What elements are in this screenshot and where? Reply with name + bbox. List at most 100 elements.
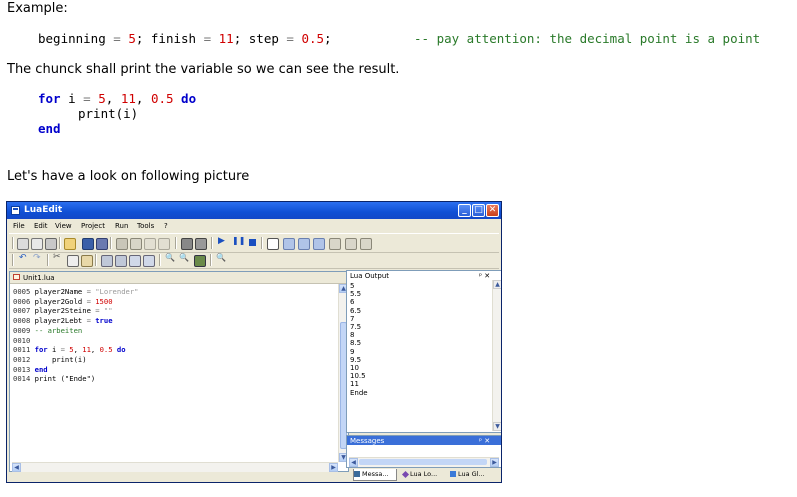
output-line: 5.5 xyxy=(350,290,362,299)
find-icon[interactable]: 🔍 xyxy=(165,253,175,262)
paste-icon[interactable] xyxy=(81,255,93,267)
code-line[interactable]: 0005 player2Name = "Lorender" xyxy=(13,287,139,297)
window-title: LuaEdit xyxy=(24,205,63,215)
printer-icon[interactable] xyxy=(195,238,207,250)
editor-tab[interactable]: Unit1.lua xyxy=(10,272,348,284)
minimize-button[interactable]: _ xyxy=(458,204,471,217)
step-into-icon[interactable] xyxy=(283,238,295,250)
check-syntax-icon[interactable] xyxy=(267,238,279,250)
scroll-left-icon[interactable]: ◀ xyxy=(12,463,21,472)
line-number: 0010 xyxy=(13,335,31,345)
editor-tab-label: Unit1.lua xyxy=(23,274,55,282)
messages-horizontal-scrollbar[interactable]: ◀ ▶ xyxy=(349,457,499,467)
app-icon xyxy=(11,206,20,215)
hand-icon[interactable] xyxy=(360,238,372,250)
cut-icon[interactable]: ✂ xyxy=(53,252,61,262)
pause-icon[interactable]: ❚❚ xyxy=(232,236,245,245)
pin-close-icon[interactable]: ᵖ ✕ xyxy=(479,272,490,280)
watch-icon[interactable] xyxy=(345,238,357,250)
scroll-right-icon[interactable]: ▶ xyxy=(329,463,338,472)
comment-icon[interactable] xyxy=(129,255,141,267)
editor-horizontal-scrollbar[interactable]: ◀ ▶ xyxy=(12,462,338,472)
disabled-icon xyxy=(158,238,170,250)
replace-icon[interactable] xyxy=(194,255,206,267)
bottom-tab-bar: Messa... Lua Lo... Lua Gl... xyxy=(350,468,501,482)
goto-line-icon[interactable]: 🔍 xyxy=(216,253,226,262)
line-number: 0005 xyxy=(13,287,31,296)
add-file-icon[interactable] xyxy=(130,238,142,250)
code-line[interactable]: 0012 print(i) xyxy=(13,355,87,365)
save-icon[interactable] xyxy=(82,238,94,250)
open-folder-icon[interactable] xyxy=(64,238,76,250)
messages-pin-close-icon[interactable]: ᵖ ✕ xyxy=(479,437,490,445)
tab-lua-locals[interactable]: Lua Lo... xyxy=(401,469,437,480)
menu-edit[interactable]: Edit xyxy=(34,222,48,230)
messages-header: Messages ᵖ ✕ xyxy=(347,436,501,445)
code-line[interactable]: 0014 print ("Ende") xyxy=(13,374,95,384)
output-line: 9.5 xyxy=(350,355,362,364)
new-project-icon[interactable] xyxy=(31,238,43,250)
code-line[interactable]: 0009 -- arbeiten xyxy=(13,326,82,336)
lua-output-text: 5 5.5 6 6.5 7 7.5 8 8.5 9 9.5 10 10.5 11 Ende xyxy=(350,282,368,397)
lua-output-title: Lua Output xyxy=(350,272,390,280)
output-line: 8.5 xyxy=(350,339,362,348)
maximize-button[interactable]: □ xyxy=(472,204,485,217)
output-line: 9 xyxy=(350,347,355,356)
tab-lua-globals[interactable]: Lua Gl... xyxy=(450,469,485,480)
print-preview-icon[interactable] xyxy=(181,238,193,250)
messages-panel: Messages ᵖ ✕ ◀ ▶ xyxy=(346,435,501,468)
output-line: 8 xyxy=(350,331,355,340)
messages-scroll-thumb[interactable] xyxy=(359,459,487,465)
picture-paragraph: Let's have a look on following picture xyxy=(7,169,250,184)
output-line: 5 xyxy=(350,282,355,290)
output-vertical-scrollbar[interactable]: ▲ ▼ xyxy=(492,280,501,431)
indent-icon[interactable] xyxy=(101,255,113,267)
code-line[interactable]: 0008 player2Lebt = true xyxy=(13,316,113,326)
paragraph-chunk: The chunck shall print the variable so w… xyxy=(7,62,400,77)
code-line[interactable]: 0011 for i = 5, 11, 0.5 do xyxy=(13,345,126,355)
uncomment-icon[interactable] xyxy=(143,255,155,267)
output-line: 10.5 xyxy=(350,372,366,381)
messages-scroll-right-icon[interactable]: ▶ xyxy=(490,458,499,467)
menu-project[interactable]: Project xyxy=(81,222,105,230)
for-line: for i = 5, 11, 0.5 do xyxy=(38,91,197,106)
breakpoint-icon[interactable] xyxy=(329,238,341,250)
run-icon[interactable]: ▶ xyxy=(218,236,225,246)
menu-view[interactable]: View xyxy=(55,222,72,230)
edit-toolbar: ↶ ↷ ✂ 🔍 🔍 🔍 xyxy=(9,252,499,269)
tab-messages[interactable]: Messa... xyxy=(353,469,397,481)
menu-run[interactable]: Run xyxy=(115,222,128,230)
output-line: 6.5 xyxy=(350,306,362,315)
menu-help[interactable]: ? xyxy=(164,222,168,230)
menu-bar: File Edit View Project Run Tools ? xyxy=(7,220,501,231)
messages-icon xyxy=(354,471,360,477)
outdent-icon[interactable] xyxy=(115,255,127,267)
menu-tools[interactable]: Tools xyxy=(137,222,154,230)
title-bar[interactable]: LuaEdit _ □ ✕ xyxy=(7,202,501,219)
find-next-icon[interactable]: 🔍 xyxy=(179,253,189,262)
code-line[interactable]: 0007 player2Steine = "" xyxy=(13,306,113,316)
redo-icon[interactable]: ↷ xyxy=(33,253,41,263)
messages-scroll-left-icon[interactable]: ◀ xyxy=(349,458,358,467)
code-line[interactable]: 0010 xyxy=(13,336,30,346)
menu-file[interactable]: File xyxy=(13,222,25,230)
copy-icon[interactable] xyxy=(67,255,79,267)
project-options-icon[interactable] xyxy=(116,238,128,250)
output-scroll-down-icon[interactable]: ▼ xyxy=(493,422,501,431)
lua-output-panel: Lua Output ᵖ ✕ 5 5.5 6 6.5 7 7.5 8 8.5 9 9.5 10 10.… xyxy=(346,270,501,433)
step-over-icon[interactable] xyxy=(298,238,310,250)
step-out-icon[interactable] xyxy=(313,238,325,250)
close-button[interactable]: ✕ xyxy=(486,204,499,217)
output-scroll-up-icon[interactable]: ▲ xyxy=(493,280,501,289)
undo-icon[interactable]: ↶ xyxy=(19,253,27,263)
output-line: 7 xyxy=(350,314,355,323)
remove-file-icon[interactable] xyxy=(144,238,156,250)
code-editor[interactable]: Unit1.lua 0005 player2Name = "Lorender" 0… xyxy=(9,271,349,472)
lua-output-header: Lua Output ᵖ ✕ xyxy=(347,271,501,280)
settings-icon[interactable] xyxy=(45,238,57,250)
code-line[interactable]: 0006 player2Gold = 1500 xyxy=(13,297,113,307)
stop-icon[interactable] xyxy=(249,239,256,246)
save-all-icon[interactable] xyxy=(96,238,108,250)
new-file-icon[interactable] xyxy=(17,238,29,250)
code-line[interactable]: 0013 end xyxy=(13,365,48,375)
